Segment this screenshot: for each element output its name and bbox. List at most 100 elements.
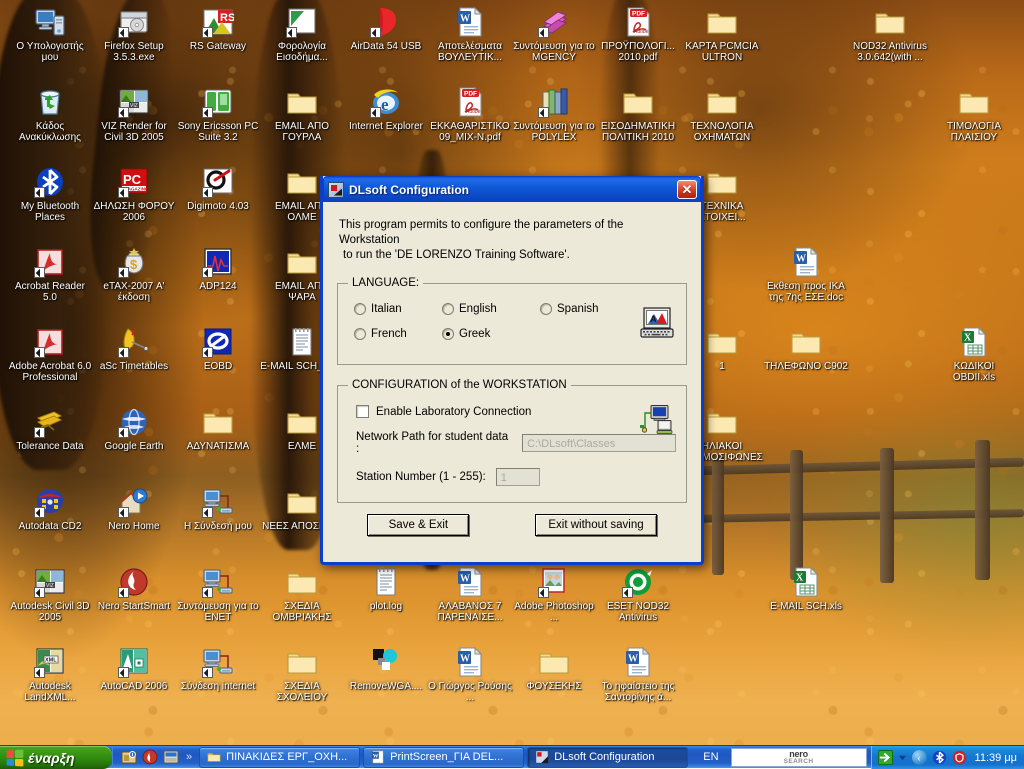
desktop-icon[interactable]: W Το ηφαίστειο της Σαντορίνης ά... [596,646,680,703]
desktop-icon[interactable]: AutoCAD 2006 [92,646,176,692]
radio-spanish[interactable]: Spanish [540,303,599,315]
enable-lab-connection-row[interactable]: Enable Laboratory Connection [356,405,676,418]
desktop-icon[interactable]: AirData 54 USB [344,6,428,52]
desktop-icon-label: ΤΕΧΝΟΛΟΓΙΑ ΟΧΗΜΑΤΩΝ [680,121,764,143]
desktop-icon[interactable]: ΑΔΥΝΑΤΙΣΜΑ [176,406,260,452]
desktop-icon[interactable]: PDF AdobeΠΡΟΫΠΟΛΟΓΙ... 2010.pdf [596,6,680,63]
dlsoft-configuration-dialog[interactable]: DLsoft Configuration ✕ This program perm… [320,176,704,565]
folder-icon [202,406,234,438]
show-desktop-icon[interactable] [163,749,179,765]
desktop-icon[interactable]: ΤΕΧΝΟΛΟΓΙΑ ΟΧΗΜΑΤΩΝ [680,86,764,143]
desktop-icon[interactable]: Ο Υπολογιστής μου [8,6,92,63]
tray-expand-icon[interactable]: ‹ [912,750,927,765]
desktop-icon[interactable]: ΦΟΥΣΕΚΗΣ [512,646,596,692]
desktop-icon[interactable]: PC MAGAZINEΔΗΛΩΣΗ ΦΟΡΟΥ 2006 [92,166,176,223]
eset-nod32-tray-icon[interactable] [952,750,967,765]
network-path-input[interactable]: C:\DLsoft\Classes [522,434,676,452]
desktop-icon[interactable]: W Αποτελέσματα ΒΟΥΛΕΥΤΙΚ... [428,6,512,63]
radio-french[interactable]: French [354,328,442,340]
desktop-icon[interactable]: ESET NOD32 Antivirus [596,566,680,623]
quick-launch-bar[interactable]: » [112,746,196,768]
desktop-icon[interactable]: ΤΗΛΕΦΩΝΟ C902 [764,326,848,372]
dialog-title: DLsoft Configuration [349,183,677,197]
radio-english[interactable]: English [442,303,540,315]
go-arrow-icon[interactable] [878,750,893,765]
desktop-icon[interactable]: aSc Timetables [92,326,176,372]
desktop-icon[interactable]: Sony Ericsson PC Suite 3.2 [176,86,260,143]
desktop-icon-label: ΚΩΔΙΚΟΙ OBDII.xls [932,361,1016,383]
desktop-icon[interactable]: EMAIL ΑΠΟ ΓΟΥΡΛΑ [260,86,344,143]
desktop-icon[interactable]: PDF AdobeΕΚΚΑΘΑΡΙΣΤΙΚΟ 09_MIX-N.pdf [428,86,512,143]
desktop-icon[interactable]: VIZAutodesk Civil 3D 2005 [8,566,92,623]
task-button-list[interactable]: ΠΙΝΑΚΙΔΕΣ ΕΡΓ_ΟΧΗ... WPrintScreen_ΓΙΑ DE… [196,746,691,768]
enable-lab-connection-checkbox[interactable] [356,405,369,418]
desktop-icon[interactable]: Nero Home [92,486,176,532]
security-center-icon[interactable] [121,749,137,765]
desktop-icon[interactable]: W Εκθεση προς ΙΚΑ της 7ης ΕΣΕ.doc [764,246,848,303]
desktop-icon[interactable]: VIZVIZ Render for Civil 3D 2005 [92,86,176,143]
desktop-icon[interactable]: ΚΑΡΤΑ PCMCIA ULTRON [680,6,764,63]
desktop-icon[interactable]: Η Σύνδεσή μου [176,486,260,532]
desktop-icon-label: ΑΛΑΒΑΝΟΣ 7 ΠΑΡΕΝΑΙΣΕ... [428,601,512,623]
desktop-icon[interactable]: RemoveWGA.... [344,646,428,692]
svg-text:W: W [796,254,806,265]
desktop-icon[interactable]: X E-MAIL SCH.xls [764,566,848,612]
language-bar[interactable]: EN [691,746,730,768]
google-earth-icon [118,406,150,438]
airdata-icon [370,6,402,38]
desktop-icon[interactable]: XMLAutodesk LandXML... [8,646,92,703]
desktop-icon[interactable]: EOBD [176,326,260,372]
close-icon[interactable]: ✕ [677,180,697,199]
desktop-icon[interactable]: Adobe Photoshop ... [512,566,596,623]
desktop-icon[interactable]: Συντόμευση για το POLYLEX [512,86,596,143]
desktop-icon[interactable]: Adobe Acrobat 6.0 Professional [8,326,92,383]
desktop-icon[interactable]: Φορολογία Εισοδήμα... [260,6,344,63]
nero-burn-icon[interactable] [142,749,158,765]
wallpaper-fence-post [880,448,894,583]
desktop-icon[interactable]: Acrobat Reader 5.0 [8,246,92,303]
desktop-icon[interactable]: My Bluetooth Places [8,166,92,223]
radio-italian[interactable]: Italian [354,303,442,315]
desktop-icon[interactable]: Firefox Setup 3.5.3.exe [92,6,176,63]
taskbar-button[interactable]: DLsoft Configuration [527,747,688,768]
exit-without-saving-button[interactable]: Exit without saving [535,514,656,536]
desktop-icon[interactable]: Nero StartSmart [92,566,176,612]
clock[interactable]: 11:39 μμ [975,752,1017,764]
desktop-icon[interactable]: Autodata CD2 [8,486,92,532]
desktop-icon[interactable]: Κάδος Ανακύκλωσης [8,86,92,143]
bluetooth-tray-icon[interactable] [932,750,947,765]
desktop-icon[interactable]: X ΚΩΔΙΚΟΙ OBDII.xls [932,326,1016,383]
desktop-icon[interactable]: eInternet Explorer [344,86,428,132]
taskbar[interactable]: έναρξη » ΠΙΝΑΚΙΔΕΣ ΕΡΓ_ΟΧΗ... WPrintScre… [0,745,1024,768]
desktop-icon[interactable]: Συντόμευση για το MGENCY [512,6,596,63]
desktop-icon[interactable]: ΤΙΜΟΛΟΓΙΑ ΠΛΑΙΣΙΟΥ [932,86,1016,143]
desktop-icon[interactable]: ΕΙΣΟΔΗΜΑΤΙΚΗ ΠΟΛΙΤΙΚΗ 2010 [596,86,680,143]
desktop-icon[interactable]: ΣΧΕΔΙΑ ΟΜΒΡΙΑΚΗΣ [260,566,344,623]
taskbar-button[interactable]: WPrintScreen_ΓΙΑ DEL... [363,747,524,768]
folder-icon [706,326,738,358]
nero-search-box[interactable]: nero SEARCH [731,748,867,767]
desktop-icon[interactable]: NOD32 Antivirus 3.0.642(with ... [848,6,932,63]
radio-greek[interactable]: Greek [442,328,490,340]
desktop-icon[interactable]: Σύνδεση internet [176,646,260,692]
save-and-exit-button[interactable]: Save & Exit [367,514,469,536]
desktop-icon[interactable]: RS RS Gateway [176,6,260,52]
desktop-icon[interactable]: Συντόμευση για το ENET [176,566,260,623]
desktop-icon[interactable]: W ΑΛΑΒΑΝΟΣ 7 ΠΑΡΕΝΑΙΣΕ... [428,566,512,623]
station-number-input[interactable]: 1 [496,468,540,486]
desktop[interactable]: Ο Υπολογιστής μου Firefox Setup 3.5.3.ex… [0,0,1024,745]
desktop-icon[interactable]: W Ο Γιώργος Ρούσης ... [428,646,512,703]
desktop-icon[interactable]: plot.log [344,566,428,612]
desktop-icon[interactable]: ΣΧΕΔΙΑ ΣΧΟΛΕΙΟΥ [260,646,344,703]
desktop-icon[interactable]: Google Earth [92,406,176,452]
quick-launch-more-icon[interactable]: » [186,751,192,763]
desktop-icon[interactable]: $ eTAX-2007 Α' έκδοση [92,246,176,303]
dialog-title-bar[interactable]: DLsoft Configuration ✕ [323,176,701,202]
desktop-icon[interactable]: ADP124 [176,246,260,292]
desktop-icon[interactable]: Tolerance Data [8,406,92,452]
tray-dropdown-icon[interactable] [898,753,907,762]
start-button[interactable]: έναρξη [0,746,112,769]
desktop-icon[interactable]: Digimoto 4.03 [176,166,260,212]
taskbar-button[interactable]: ΠΙΝΑΚΙΔΕΣ ΕΡΓ_ΟΧΗ... [199,747,360,768]
system-tray[interactable]: ‹ 11:39 μμ [871,746,1024,769]
